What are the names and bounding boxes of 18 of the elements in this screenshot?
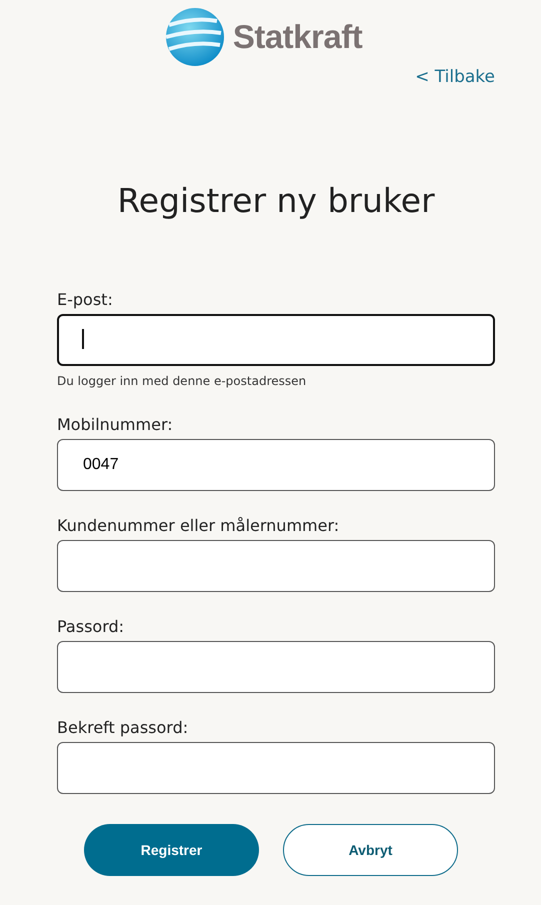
logo-text: Statkraft	[232, 17, 362, 58]
register-button[interactable]: Registrer	[84, 824, 259, 876]
logo-icon	[164, 7, 225, 67]
cancel-button[interactable]: Avbryt	[283, 824, 458, 876]
field-label: Kundenummer eller målernummer:	[57, 515, 340, 538]
field-label: Mobilnummer:	[57, 414, 174, 436]
back-link[interactable]: < Tilbake	[415, 65, 495, 90]
input-field[interactable]	[57, 314, 495, 366]
text-cursor-icon	[82, 329, 84, 350]
input-field[interactable]: 0047	[57, 439, 495, 492]
input-field[interactable]	[57, 742, 495, 794]
page-title: Registrer ny bruker	[116, 180, 436, 220]
field-hint: Du logger inn med denne e-postadressen	[57, 373, 308, 390]
input-field[interactable]	[57, 641, 495, 694]
field-label: E-post:	[57, 289, 114, 312]
field-label: Bekreft passord:	[57, 717, 190, 740]
field-label: Passord:	[57, 616, 126, 638]
input-field[interactable]	[57, 540, 495, 592]
